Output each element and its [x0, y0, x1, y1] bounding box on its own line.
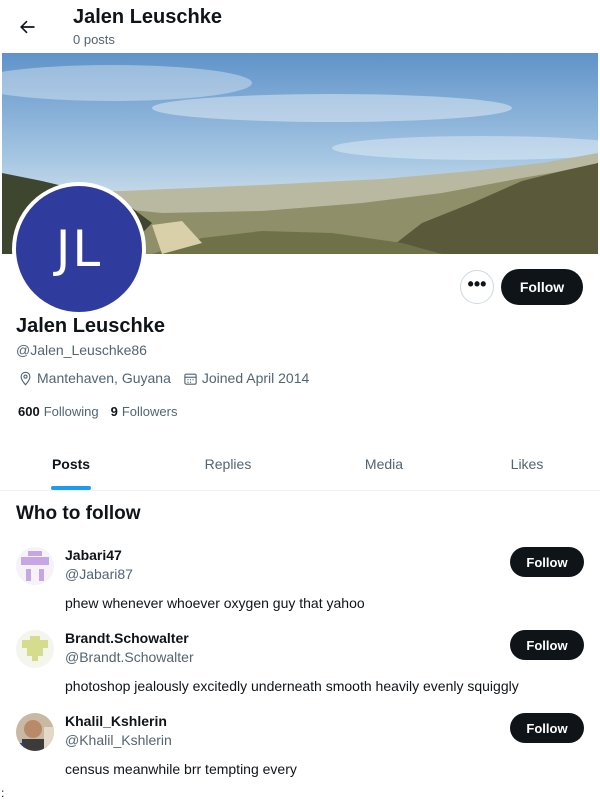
user-name[interactable]: Jabari47 — [65, 547, 122, 563]
follow-user-button[interactable]: Follow — [510, 630, 584, 660]
header-title: Jalen Leuschke — [73, 6, 222, 28]
arrow-left-icon — [20, 20, 35, 34]
user-handle: @Khalil_Kshlerin — [65, 732, 172, 748]
user-handle: @Brandt.Schowalter — [65, 649, 194, 665]
header-post-count: 0 posts — [73, 32, 115, 47]
user-bio: phew whenever whoever oxygen guy that ya… — [65, 595, 365, 611]
more-icon: ••• — [467, 274, 487, 294]
back-button[interactable] — [10, 10, 44, 44]
following-count: 600 — [18, 404, 40, 419]
profile-avatar[interactable]: JL — [12, 182, 146, 316]
tab-likes[interactable]: Likes — [454, 438, 600, 490]
suggested-user[interactable]: Jabari47 @Jabari87 phew whenever whoever… — [0, 547, 600, 627]
user-avatar[interactable] — [16, 713, 54, 751]
user-bio: photoshop jealously excitedly underneath… — [65, 678, 519, 694]
profile-name: Jalen Leuschke — [16, 315, 165, 337]
follow-counts: 600 Following 9 Followers — [18, 404, 189, 419]
user-avatar[interactable] — [16, 630, 54, 668]
tab-likes-label: Likes — [510, 456, 544, 472]
tab-posts-label: Posts — [51, 456, 91, 472]
suggested-user[interactable]: Khalil_Kshlerin @Khalil_Kshlerin census … — [0, 713, 600, 793]
followers-label: Followers — [121, 404, 178, 419]
stray-character: : — [1, 786, 5, 800]
profile-tabs: Posts Replies Media Likes — [0, 438, 600, 491]
identicon-avatar — [16, 547, 54, 585]
follow-user-button[interactable]: Follow — [510, 547, 584, 577]
user-name[interactable]: Brandt.Schowalter — [65, 630, 189, 646]
tab-posts[interactable]: Posts — [0, 438, 142, 490]
user-handle: @Jabari87 — [65, 566, 133, 582]
location-icon — [20, 371, 31, 386]
follow-button[interactable]: Follow — [501, 269, 583, 305]
followers-link[interactable]: 9 Followers — [111, 404, 178, 419]
following-label: Following — [43, 404, 99, 419]
more-options-button[interactable]: ••• — [460, 270, 494, 304]
profile-meta: Mantehaven, Guyana Joined April 2014 — [18, 370, 321, 386]
photo-avatar — [16, 713, 54, 751]
profile-location: Mantehaven, Guyana — [37, 370, 171, 386]
tab-media[interactable]: Media — [314, 438, 454, 490]
user-avatar[interactable] — [16, 547, 54, 585]
user-bio: census meanwhile brr tempting every — [65, 761, 297, 777]
following-link[interactable]: 600 Following — [18, 404, 99, 419]
who-to-follow-heading: Who to follow — [16, 503, 141, 524]
tab-replies-label: Replies — [204, 456, 252, 472]
top-bar: Jalen Leuschke 0 posts — [0, 0, 600, 53]
tab-media-label: Media — [364, 456, 404, 472]
identicon-avatar — [16, 630, 54, 668]
follow-user-button[interactable]: Follow — [510, 713, 584, 743]
profile-handle: @Jalen_Leuschke86 — [16, 342, 147, 358]
profile-joined-date: Joined April 2014 — [201, 370, 310, 386]
suggested-user[interactable]: Brandt.Schowalter @Brandt.Schowalter pho… — [0, 630, 600, 710]
user-name[interactable]: Khalil_Kshlerin — [65, 713, 167, 729]
followers-count: 9 — [110, 404, 118, 419]
avatar-initials: JL — [55, 220, 103, 278]
calendar-icon — [184, 373, 197, 385]
active-tab-indicator — [51, 486, 91, 490]
tab-replies[interactable]: Replies — [142, 438, 314, 490]
